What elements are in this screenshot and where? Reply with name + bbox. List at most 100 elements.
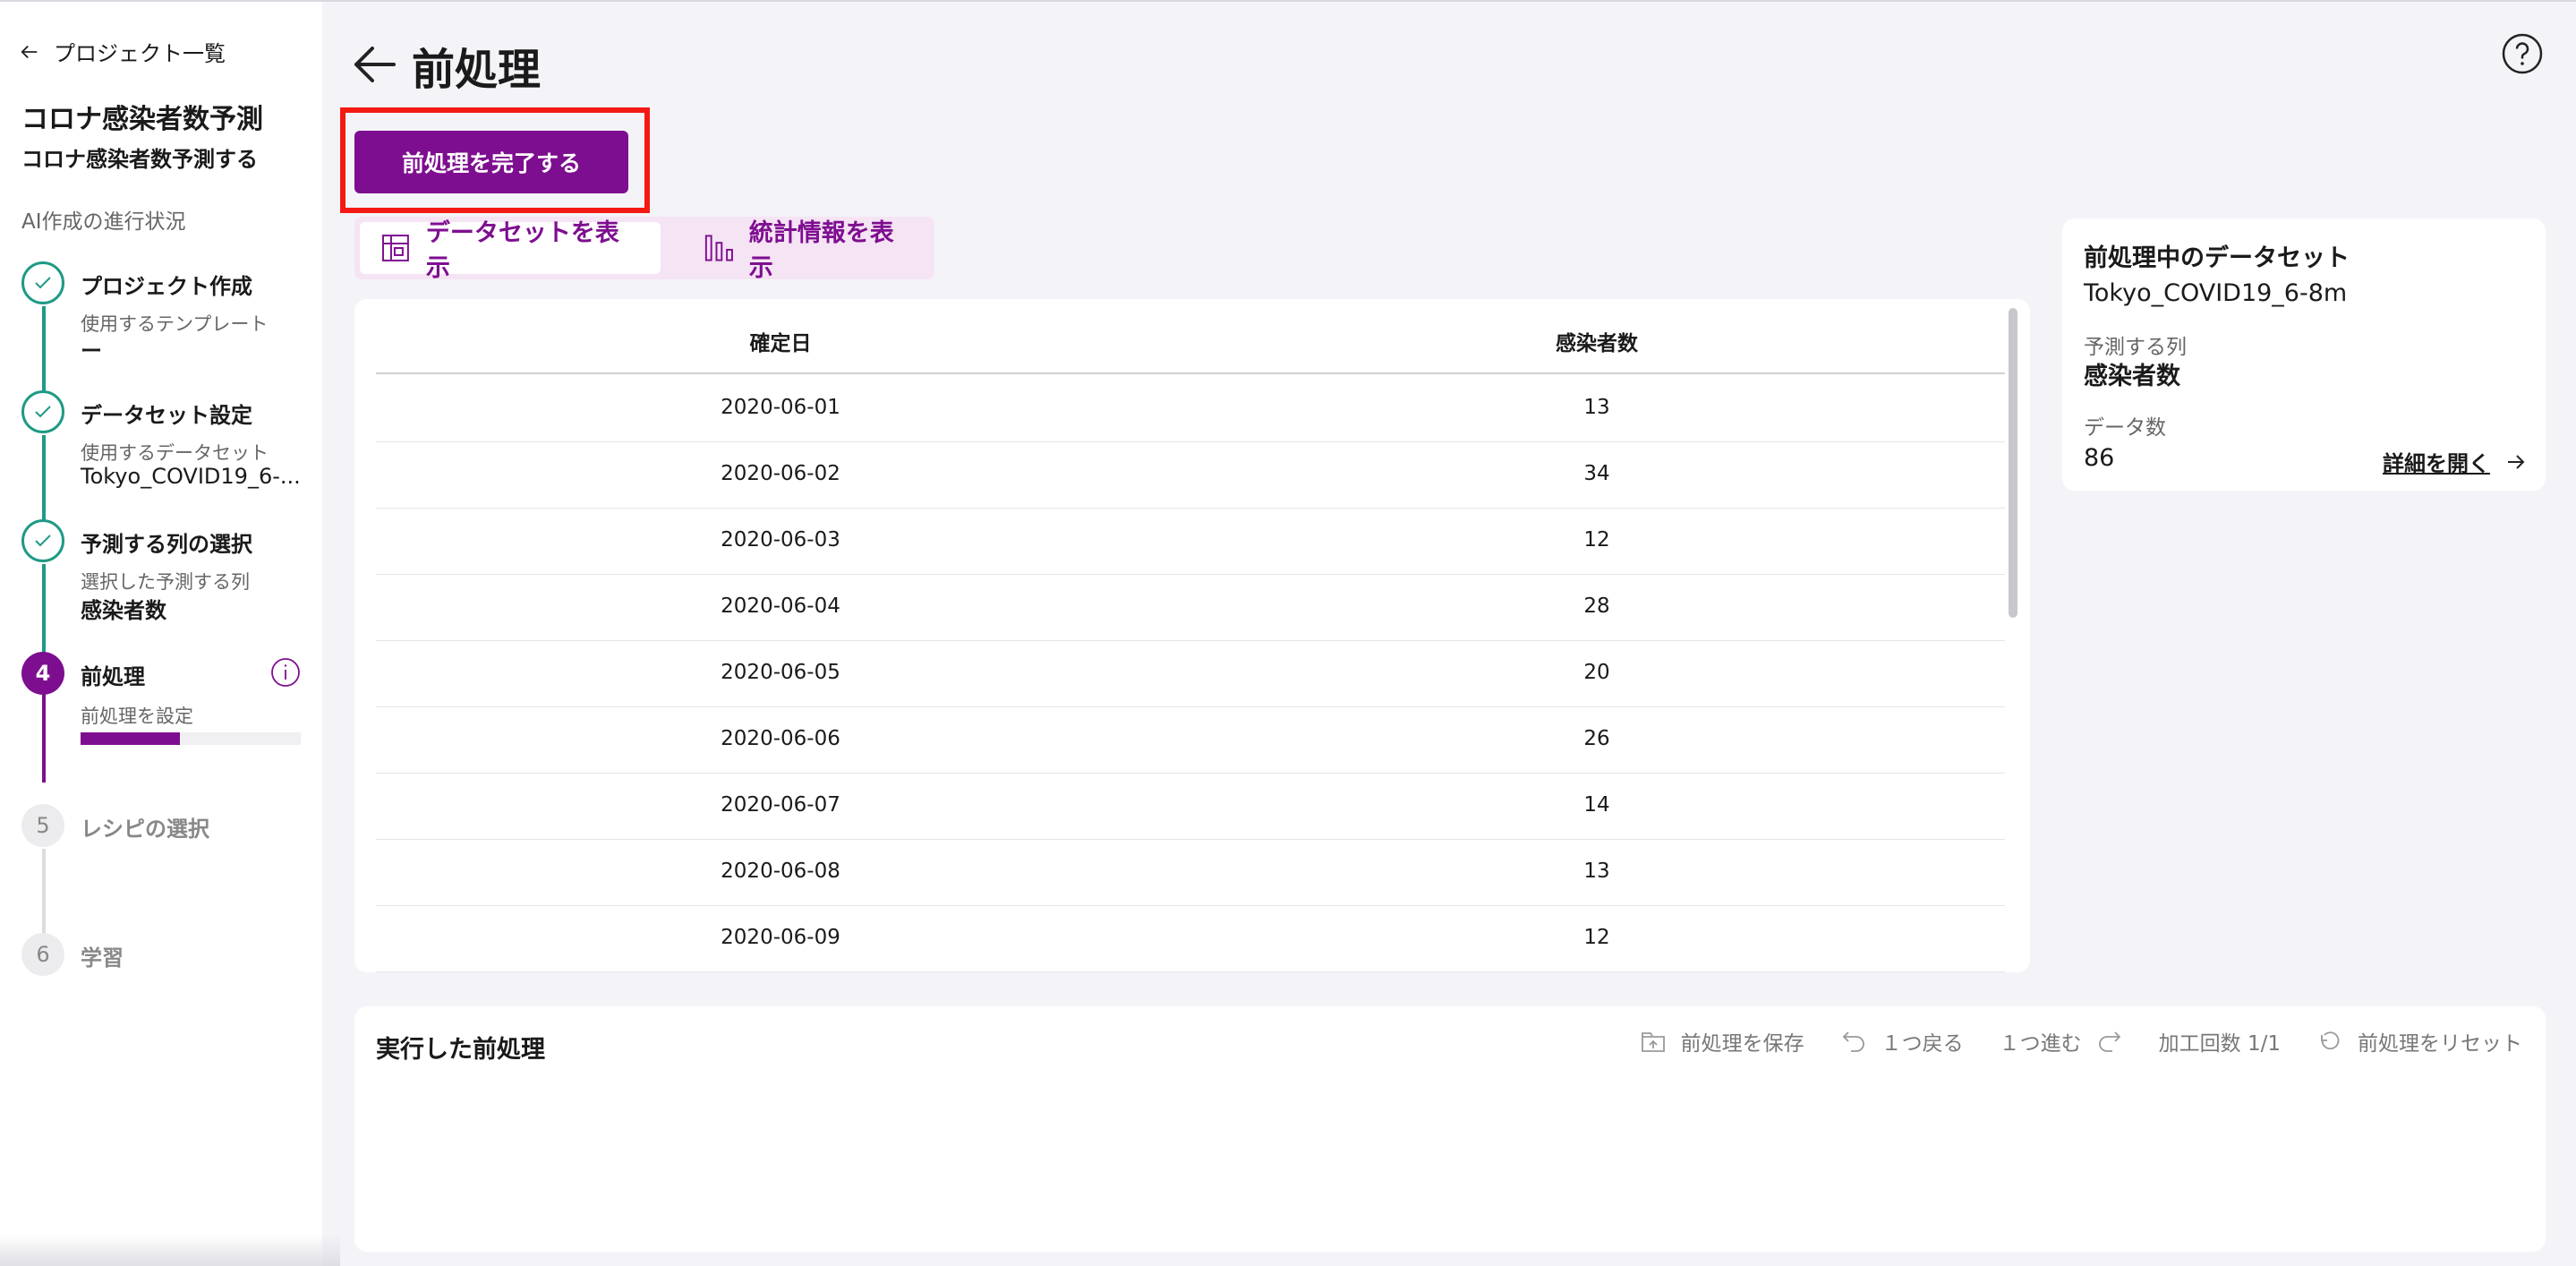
step-4-progress-bar — [81, 732, 301, 745]
table-row: 2020-06-02 34 — [376, 442, 2005, 509]
sidebar: プロジェクト一覧 コロナ感染者数予測 コロナ感染者数予測する AI作成の進行状況… — [0, 2, 322, 1266]
bar-chart-icon — [704, 235, 733, 261]
arrow-left-icon — [21, 45, 38, 58]
date-cell: 2020-06-03 — [721, 528, 840, 552]
step-6-indicator: 6 — [21, 933, 64, 976]
step-2-sub: 使用するデータセット — [81, 442, 269, 464]
date-cell: 2020-06-02 — [721, 462, 840, 485]
cases-cell: 12 — [1583, 528, 1610, 552]
view-toggle: データセットを表示 統計情報を表示 — [354, 217, 934, 282]
cases-cell: 13 — [1583, 396, 1610, 419]
edit-count-value: 1/1 — [2247, 1032, 2281, 1056]
complete-preprocessing-button[interactable]: 前処理を完了する — [354, 131, 628, 193]
step-3-title[interactable]: 予測する列の選択 — [81, 526, 252, 558]
check-icon — [35, 535, 51, 547]
history-toolbar: 前処理を保存 １つ戻る １つ進む 加工回数 1/1 前処理をリセット — [1604, 1026, 2522, 1056]
dataset-table: 確定日 感染者数 2020-06-01 13 2020-06-02 34 2020-06… — [354, 299, 2030, 972]
step-1-sub: 使用するテンプレート — [81, 313, 269, 335]
show-stats-label: 統計情報を表示 — [748, 219, 894, 282]
date-cell: 2020-06-01 — [721, 396, 840, 419]
cases-cell: 34 — [1583, 462, 1610, 485]
page-title: 前処理 — [412, 45, 542, 95]
show-stats-tab[interactable]: 統計情報を表示 — [684, 219, 931, 282]
step-4-progress-fill — [81, 732, 180, 745]
step-connector — [42, 306, 46, 396]
data-count-label: データ数 — [2084, 416, 2166, 440]
step-2-indicator — [21, 390, 64, 433]
dataset-table-icon — [381, 235, 409, 261]
save-preprocessing-label: 前処理を保存 — [1680, 1032, 1804, 1056]
step-6-title: 学習 — [81, 945, 124, 971]
preprocessing-history: 実行した前処理 前処理を保存 １つ戻る １つ進む 加工回数 1/1 前処理をリセ… — [354, 1006, 2546, 1252]
help-icon[interactable] — [2501, 32, 2544, 75]
undo-button[interactable]: １つ戻る — [1840, 1026, 1964, 1056]
check-icon — [35, 406, 51, 418]
dataset-card-heading: 前処理中のデータセット — [2084, 244, 2350, 272]
history-heading: 実行した前処理 — [376, 1036, 545, 1064]
step-4-indicator: 4 — [21, 652, 64, 695]
step-3-sub: 選択した予測する列 — [81, 571, 250, 593]
project-subtitle: コロナ感染者数予測する — [21, 147, 258, 172]
step-connector — [42, 693, 46, 783]
progress-label: AI作成の進行状況 — [21, 210, 186, 234]
window-top-border — [0, 0, 2576, 2]
step-2-title[interactable]: データセット設定 — [81, 398, 252, 429]
info-icon[interactable] — [270, 657, 301, 688]
back-to-projects-link[interactable]: プロジェクト一覧 — [20, 36, 226, 67]
dataset-name: Tokyo_COVID19_6-8m — [2084, 279, 2348, 307]
save-preprocessing-button[interactable]: 前処理を保存 — [1640, 1026, 1804, 1056]
dataset-info-card: 前処理中のデータセット Tokyo_COVID19_6-8m 予測する列 感染者… — [2062, 218, 2546, 491]
open-details-label: 詳細を開く — [2383, 451, 2490, 476]
column-header-cases[interactable]: 感染者数 — [1556, 326, 1638, 356]
target-column-label: 予測する列 — [2084, 336, 2187, 359]
cases-cell: 14 — [1583, 793, 1610, 817]
show-dataset-tab[interactable]: データセットを表示 — [360, 219, 661, 282]
date-cell: 2020-06-08 — [721, 860, 840, 883]
table-row: 2020-06-08 13 — [376, 840, 2005, 906]
redo-button[interactable]: １つ進む — [2000, 1026, 2123, 1056]
check-icon — [35, 277, 51, 289]
reset-preprocessing-label: 前処理をリセット — [2358, 1032, 2522, 1056]
step-1-title[interactable]: プロジェクト作成 — [81, 269, 252, 300]
date-cell: 2020-06-04 — [721, 595, 840, 618]
date-cell: 2020-06-06 — [721, 727, 840, 750]
arrow-right-icon — [2508, 454, 2525, 469]
step-connector — [42, 435, 46, 525]
edit-count: 加工回数 1/1 — [2159, 1026, 2281, 1056]
table-header: 確定日 感染者数 — [376, 299, 2005, 374]
table-row: 2020-06-09 12 — [376, 906, 2005, 972]
table-row: 2020-06-04 28 — [376, 575, 2005, 641]
redo-label: １つ進む — [1999, 1032, 2082, 1056]
table-row: 2020-06-05 20 — [376, 641, 2005, 707]
cases-cell: 28 — [1583, 595, 1610, 618]
step-connector — [42, 564, 46, 654]
step-5-title: レシピの選択 — [81, 817, 209, 842]
project-title: コロナ感染者数予測 — [21, 104, 263, 135]
cases-cell: 26 — [1583, 727, 1610, 750]
step-5-indicator: 5 — [21, 804, 64, 847]
reset-preprocessing-button[interactable]: 前処理をリセット — [2316, 1026, 2522, 1056]
back-arrow-icon[interactable] — [351, 41, 397, 88]
cases-cell: 20 — [1583, 661, 1610, 684]
step-connector — [42, 849, 46, 938]
date-cell: 2020-06-07 — [721, 793, 840, 817]
reset-icon — [2321, 1031, 2340, 1050]
target-column-value: 感染者数 — [2084, 363, 2180, 390]
step-3-indicator — [21, 519, 64, 562]
table-row: 2020-06-03 12 — [376, 509, 2005, 575]
date-cell: 2020-06-05 — [721, 661, 840, 684]
sidebar-bottom-fade — [0, 1234, 340, 1266]
step-4-sub: 前処理を設定 — [81, 706, 193, 727]
column-header-date[interactable]: 確定日 — [750, 326, 812, 356]
step-1-value: ー — [81, 338, 102, 364]
date-cell: 2020-06-09 — [721, 926, 840, 949]
table-scrollbar[interactable] — [2009, 308, 2017, 618]
undo-icon — [1842, 1031, 1864, 1052]
redo-icon — [2098, 1031, 2120, 1052]
table-row: 2020-06-06 26 — [376, 707, 2005, 774]
table-row: 2020-06-01 13 — [376, 376, 2005, 442]
step-3-value: 感染者数 — [81, 598, 166, 623]
open-details-link[interactable]: 詳細を開く — [2383, 446, 2526, 477]
cases-cell: 12 — [1583, 926, 1610, 949]
step-4-title[interactable]: 前処理 — [81, 659, 145, 690]
